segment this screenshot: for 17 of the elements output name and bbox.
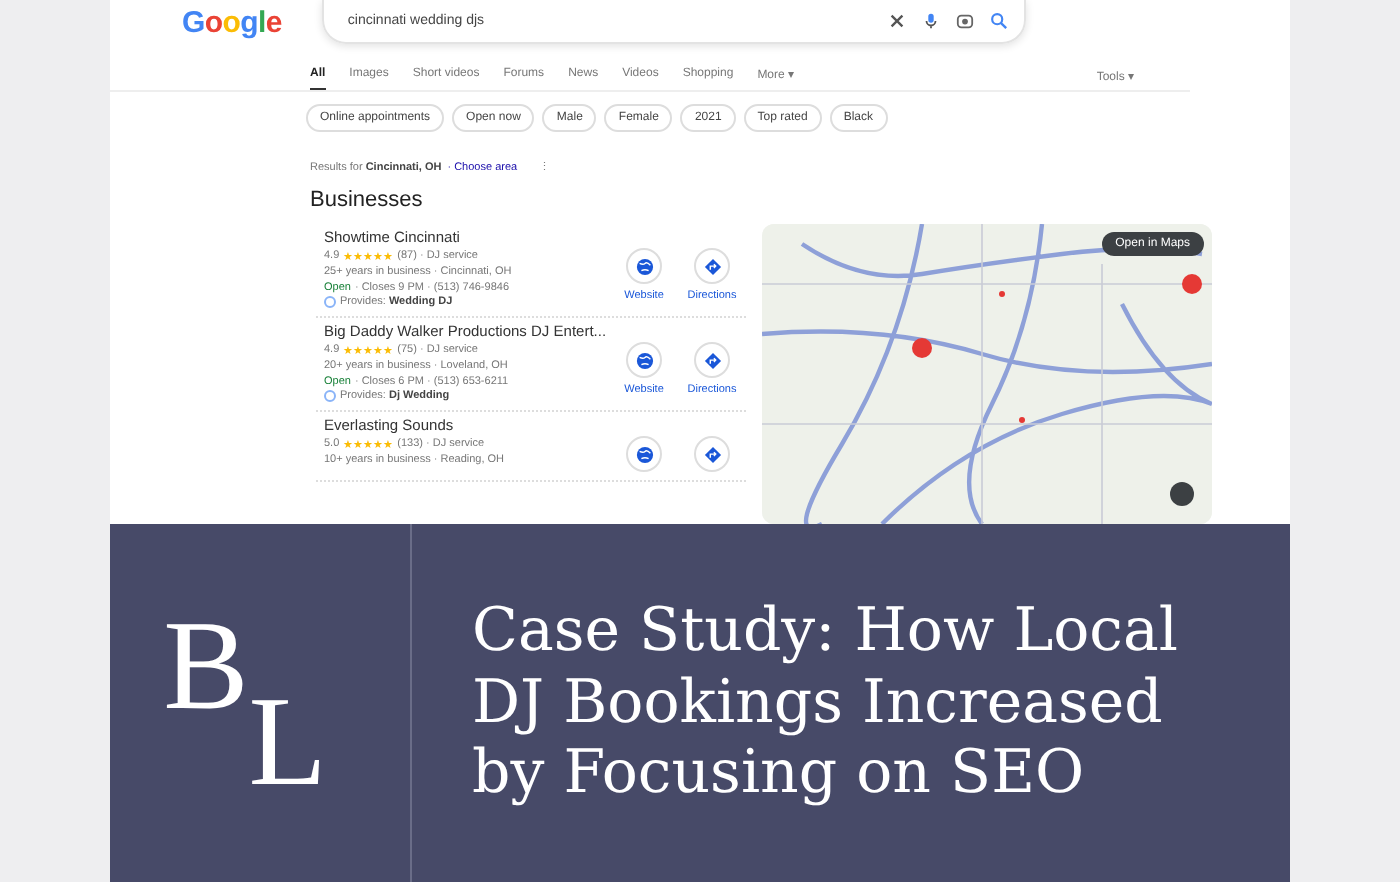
globe-icon	[635, 351, 653, 369]
article-title: Case Study: How Local DJ Bookings Increased by Focusing on SEO	[470, 596, 1180, 810]
directions-icon	[703, 351, 721, 369]
globe-icon	[635, 445, 653, 463]
directions-icon	[703, 445, 721, 463]
directions-icon	[703, 257, 721, 275]
monogram-logo: BL	[163, 601, 327, 805]
globe-icon	[635, 257, 653, 275]
camera-icon[interactable]	[955, 12, 974, 30]
close-icon[interactable]	[887, 12, 906, 30]
map-drawing[interactable]	[762, 224, 1212, 524]
service-icon	[324, 390, 336, 402]
microphone-icon[interactable]	[921, 12, 940, 30]
service-icon	[324, 296, 336, 308]
google-logo[interactable]: Google	[182, 5, 282, 39]
section-heading: Businesses	[308, 188, 425, 212]
search-icon[interactable]	[989, 12, 1008, 30]
